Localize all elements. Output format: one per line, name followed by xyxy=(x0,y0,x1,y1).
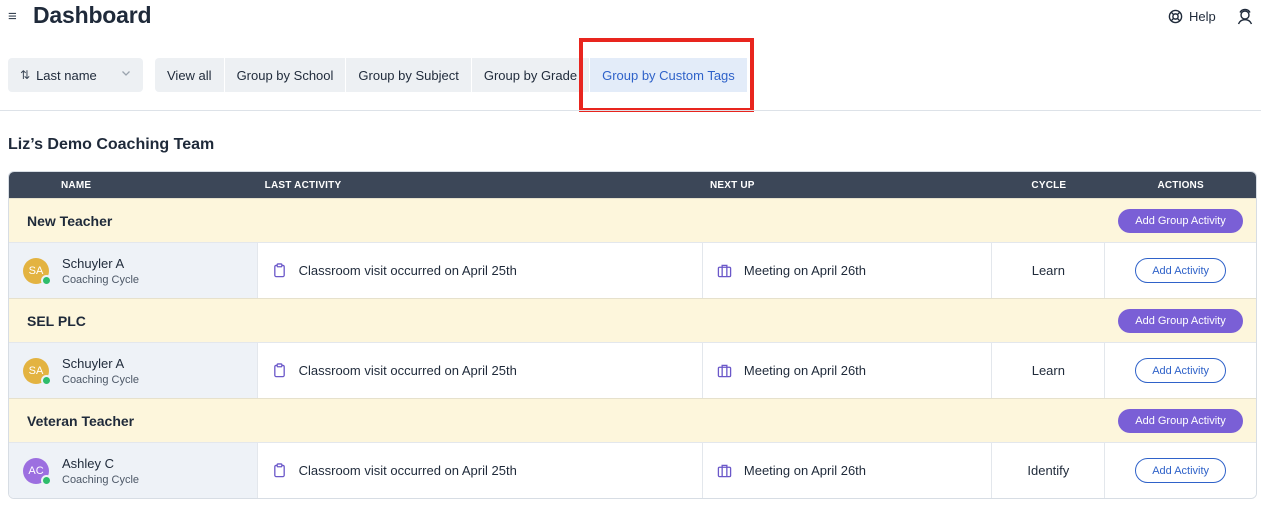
last-activity-cell: Classroom visit occurred on April 25th xyxy=(258,343,703,398)
actions-cell: Add Activity xyxy=(1105,243,1256,298)
table-row: SA Schuyler A Coaching Cycle Classroom visi… xyxy=(9,342,1256,398)
tab-view-all[interactable]: View all xyxy=(155,58,225,92)
actions-cell: Add Activity xyxy=(1105,443,1256,498)
table-header: NAME LAST ACTIVITY NEXT UP CYCLE ACTIONS xyxy=(9,172,1256,198)
add-activity-button[interactable]: Add Activity xyxy=(1135,358,1227,383)
online-status-dot xyxy=(41,274,52,286)
person-name[interactable]: Schuyler A xyxy=(62,256,139,271)
group-row: Veteran Teacher Add Group Activity xyxy=(9,398,1256,442)
sort-label: Last name xyxy=(36,67,97,83)
table-body: New Teacher Add Group Activity SA Schuyler … xyxy=(9,198,1256,498)
tab-group-by-grade[interactable]: Group by Grade xyxy=(472,58,591,92)
last-activity-text[interactable]: Classroom visit occurred on April 25th xyxy=(299,263,517,278)
tab-group-by-school[interactable]: Group by School xyxy=(225,58,347,92)
table-row: SA Schuyler A Coaching Cycle Classroom visi… xyxy=(9,242,1256,298)
name-cell: SA Schuyler A Coaching Cycle xyxy=(9,343,258,398)
user-icon[interactable] xyxy=(1236,8,1254,26)
add-group-activity-button[interactable]: Add Group Activity xyxy=(1118,208,1243,233)
person-info: Schuyler A Coaching Cycle xyxy=(62,256,139,286)
person-cycle-label: Coaching Cycle xyxy=(62,473,140,486)
clipboard-icon xyxy=(273,363,285,378)
view-tabs: View all Group by School Group by Subject G… xyxy=(155,58,747,92)
column-header-actions: ACTIONS xyxy=(1157,179,1204,191)
group-row: New Teacher Add Group Activity xyxy=(9,198,1256,242)
last-activity-text[interactable]: Classroom visit occurred on April 25th xyxy=(299,463,517,478)
online-status-dot xyxy=(41,374,52,386)
sort-select[interactable]: ⇅ Last name xyxy=(8,58,143,92)
next-up-cell: Meeting on April 26th xyxy=(703,443,993,498)
column-header-last-activity: LAST ACTIVITY xyxy=(264,179,342,191)
chevron-down-icon xyxy=(122,71,130,76)
group-name: SEL PLC xyxy=(27,312,86,329)
person-cycle-label: Coaching Cycle xyxy=(62,273,140,286)
cycle-cell: Learn xyxy=(992,343,1106,398)
add-group-activity-button[interactable]: Add Group Activity xyxy=(1118,308,1243,333)
column-header-next-up: NEXT UP xyxy=(709,179,755,191)
cycle-cell: Identify xyxy=(992,443,1106,498)
person-cycle-label: Coaching Cycle xyxy=(62,373,140,386)
briefcase-icon xyxy=(717,264,732,278)
person-name[interactable]: Ashley C xyxy=(62,456,139,471)
clipboard-icon xyxy=(273,463,285,478)
add-activity-button[interactable]: Add Activity xyxy=(1135,458,1227,483)
avatar: SA xyxy=(23,257,52,286)
column-header-cycle: CYCLE xyxy=(1031,179,1067,191)
next-up-text[interactable]: Meeting on April 26th xyxy=(744,263,866,278)
group-name: New Teacher xyxy=(27,212,113,229)
page-title: Dashboard xyxy=(33,2,152,28)
actions-cell: Add Activity xyxy=(1105,343,1256,398)
table-row: AC Ashley C Coaching Cycle Classroom visit … xyxy=(9,442,1256,498)
help-label: Help xyxy=(1189,9,1216,24)
person-info: Schuyler A Coaching Cycle xyxy=(62,356,139,386)
add-group-activity-button[interactable]: Add Group Activity xyxy=(1118,408,1243,433)
tab-group-by-custom-tags[interactable]: Group by Custom Tags xyxy=(590,58,747,92)
name-cell: AC Ashley C Coaching Cycle xyxy=(9,443,258,498)
cycle-cell: Learn xyxy=(992,243,1106,298)
sort-icon: ⇅ xyxy=(20,68,31,82)
divider xyxy=(0,110,1261,111)
avatar: AC xyxy=(23,457,52,486)
online-status-dot xyxy=(41,474,52,486)
help-button[interactable]: Help xyxy=(1168,9,1216,24)
person-info: Ashley C Coaching Cycle xyxy=(62,456,139,486)
avatar: SA xyxy=(23,357,52,386)
next-up-cell: Meeting on April 26th xyxy=(703,343,993,398)
next-up-cell: Meeting on April 26th xyxy=(703,243,993,298)
lifebuoy-icon xyxy=(1168,9,1183,24)
last-activity-text[interactable]: Classroom visit occurred on April 25th xyxy=(299,363,517,378)
last-activity-cell: Classroom visit occurred on April 25th xyxy=(258,243,703,298)
next-up-text[interactable]: Meeting on April 26th xyxy=(744,363,866,378)
column-header-name: NAME xyxy=(61,179,92,191)
team-title: Liz’s Demo Coaching Team xyxy=(8,136,215,153)
next-up-text[interactable]: Meeting on April 26th xyxy=(744,463,866,478)
name-cell: SA Schuyler A Coaching Cycle xyxy=(9,243,258,298)
briefcase-icon xyxy=(717,464,732,478)
group-row: SEL PLC Add Group Activity xyxy=(9,298,1256,342)
clipboard-icon xyxy=(273,263,285,278)
tab-group-by-subject[interactable]: Group by Subject xyxy=(346,58,472,92)
group-name: Veteran Teacher xyxy=(27,412,135,429)
briefcase-icon xyxy=(717,364,732,378)
last-activity-cell: Classroom visit occurred on April 25th xyxy=(258,443,703,498)
add-activity-button[interactable]: Add Activity xyxy=(1135,258,1227,283)
hamburger-icon[interactable]: ≡ xyxy=(8,8,17,25)
person-name[interactable]: Schuyler A xyxy=(62,356,139,371)
team-table: NAME LAST ACTIVITY NEXT UP CYCLE ACTIONS… xyxy=(8,171,1257,499)
